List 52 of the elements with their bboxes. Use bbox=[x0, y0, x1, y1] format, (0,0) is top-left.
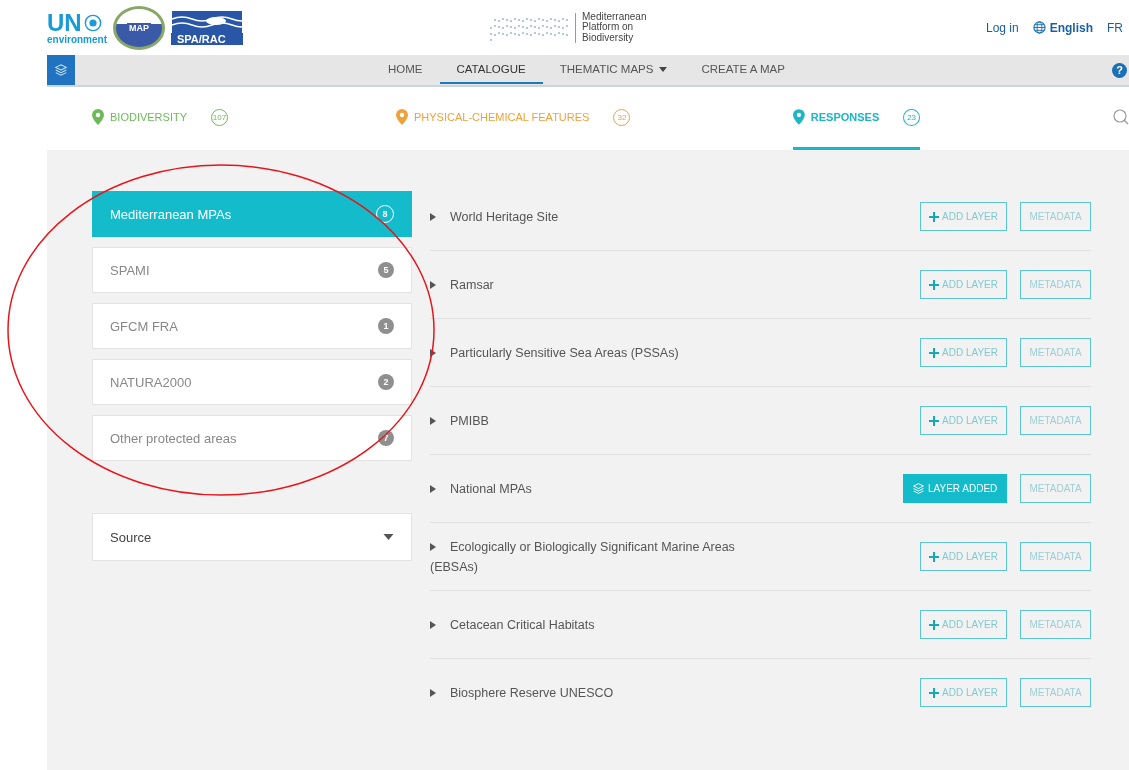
layers-icon bbox=[54, 63, 68, 77]
un-environment-logo: UN environment bbox=[47, 10, 107, 45]
plus-icon bbox=[929, 687, 939, 698]
layer-title[interactable]: PMIBB bbox=[430, 410, 489, 431]
language-selector[interactable]: English bbox=[1032, 20, 1093, 35]
help-button[interactable]: ? bbox=[1112, 62, 1127, 78]
map-pin-icon bbox=[92, 109, 104, 125]
search-icon[interactable] bbox=[1113, 109, 1129, 125]
expand-arrow-icon[interactable] bbox=[430, 416, 436, 425]
filter-item[interactable]: GFCM FRA 1 bbox=[92, 303, 412, 349]
plus-icon bbox=[929, 619, 939, 630]
expand-arrow-icon[interactable] bbox=[430, 688, 436, 697]
expand-arrow-icon[interactable] bbox=[430, 542, 436, 551]
map-pin-icon bbox=[793, 109, 805, 125]
plus-icon bbox=[929, 347, 939, 358]
nav-tab[interactable]: THEMATIC MAPS bbox=[542, 56, 685, 84]
expand-arrow-icon[interactable] bbox=[430, 620, 436, 629]
source-dropdown[interactable]: Source bbox=[92, 513, 412, 561]
category-tab[interactable]: PHYSICAL-CHEMICAL FEATURES 32 bbox=[396, 87, 751, 150]
layer-title[interactable]: Ramsar bbox=[430, 274, 494, 295]
layer-title[interactable]: Biosphere Reserve UNESCO bbox=[430, 682, 614, 703]
plus-icon bbox=[929, 279, 939, 290]
filter-item[interactable]: NATURA2000 2 bbox=[92, 359, 412, 405]
layers-icon bbox=[912, 482, 925, 495]
plus-icon bbox=[929, 211, 939, 222]
expand-arrow-icon[interactable] bbox=[430, 212, 436, 221]
nav-tab[interactable]: CATALOGUE bbox=[439, 56, 543, 84]
layer-title[interactable]: Particularly Sensitive Sea Areas (PSSAs) bbox=[430, 342, 679, 363]
layer-added-button[interactable]: LAYER ADDED bbox=[903, 474, 1007, 503]
expand-arrow-icon[interactable] bbox=[430, 484, 436, 493]
nav-tab[interactable]: CREATE A MAP bbox=[684, 56, 802, 84]
plus-icon bbox=[929, 551, 939, 562]
french-language-link[interactable]: FR bbox=[1107, 20, 1123, 35]
caret-icon bbox=[383, 534, 394, 540]
layer-title[interactable]: Ecologically or Biologically Significant Marine Areas (EBSAs) bbox=[430, 536, 760, 577]
plus-icon bbox=[929, 415, 939, 426]
spa-rac-logo: SPA/RAC bbox=[171, 10, 243, 45]
map-pin-icon bbox=[396, 109, 408, 125]
globe-icon bbox=[1032, 21, 1046, 34]
filter-item[interactable]: Mediterranean MPAs 8 bbox=[92, 191, 412, 237]
expand-arrow-icon[interactable] bbox=[430, 280, 436, 289]
layers-button[interactable] bbox=[47, 55, 75, 85]
expand-arrow-icon[interactable] bbox=[430, 348, 436, 357]
layer-title[interactable]: Cetacean Critical Habitats bbox=[430, 614, 595, 635]
nav-tab[interactable]: HOME bbox=[371, 56, 440, 84]
login-link[interactable]: Log in bbox=[985, 20, 1019, 35]
layer-title[interactable]: World Heritage Site bbox=[430, 206, 559, 227]
layer-title[interactable]: National MPAs bbox=[430, 478, 532, 499]
category-tab[interactable]: BIODIVERSITY 107 bbox=[92, 87, 352, 150]
platform-name: Mediterranean Platform on Biodiversity bbox=[582, 11, 647, 44]
map-emblem-logo: MAP bbox=[113, 5, 165, 50]
filter-item[interactable]: SPAMI 5 bbox=[92, 247, 412, 293]
